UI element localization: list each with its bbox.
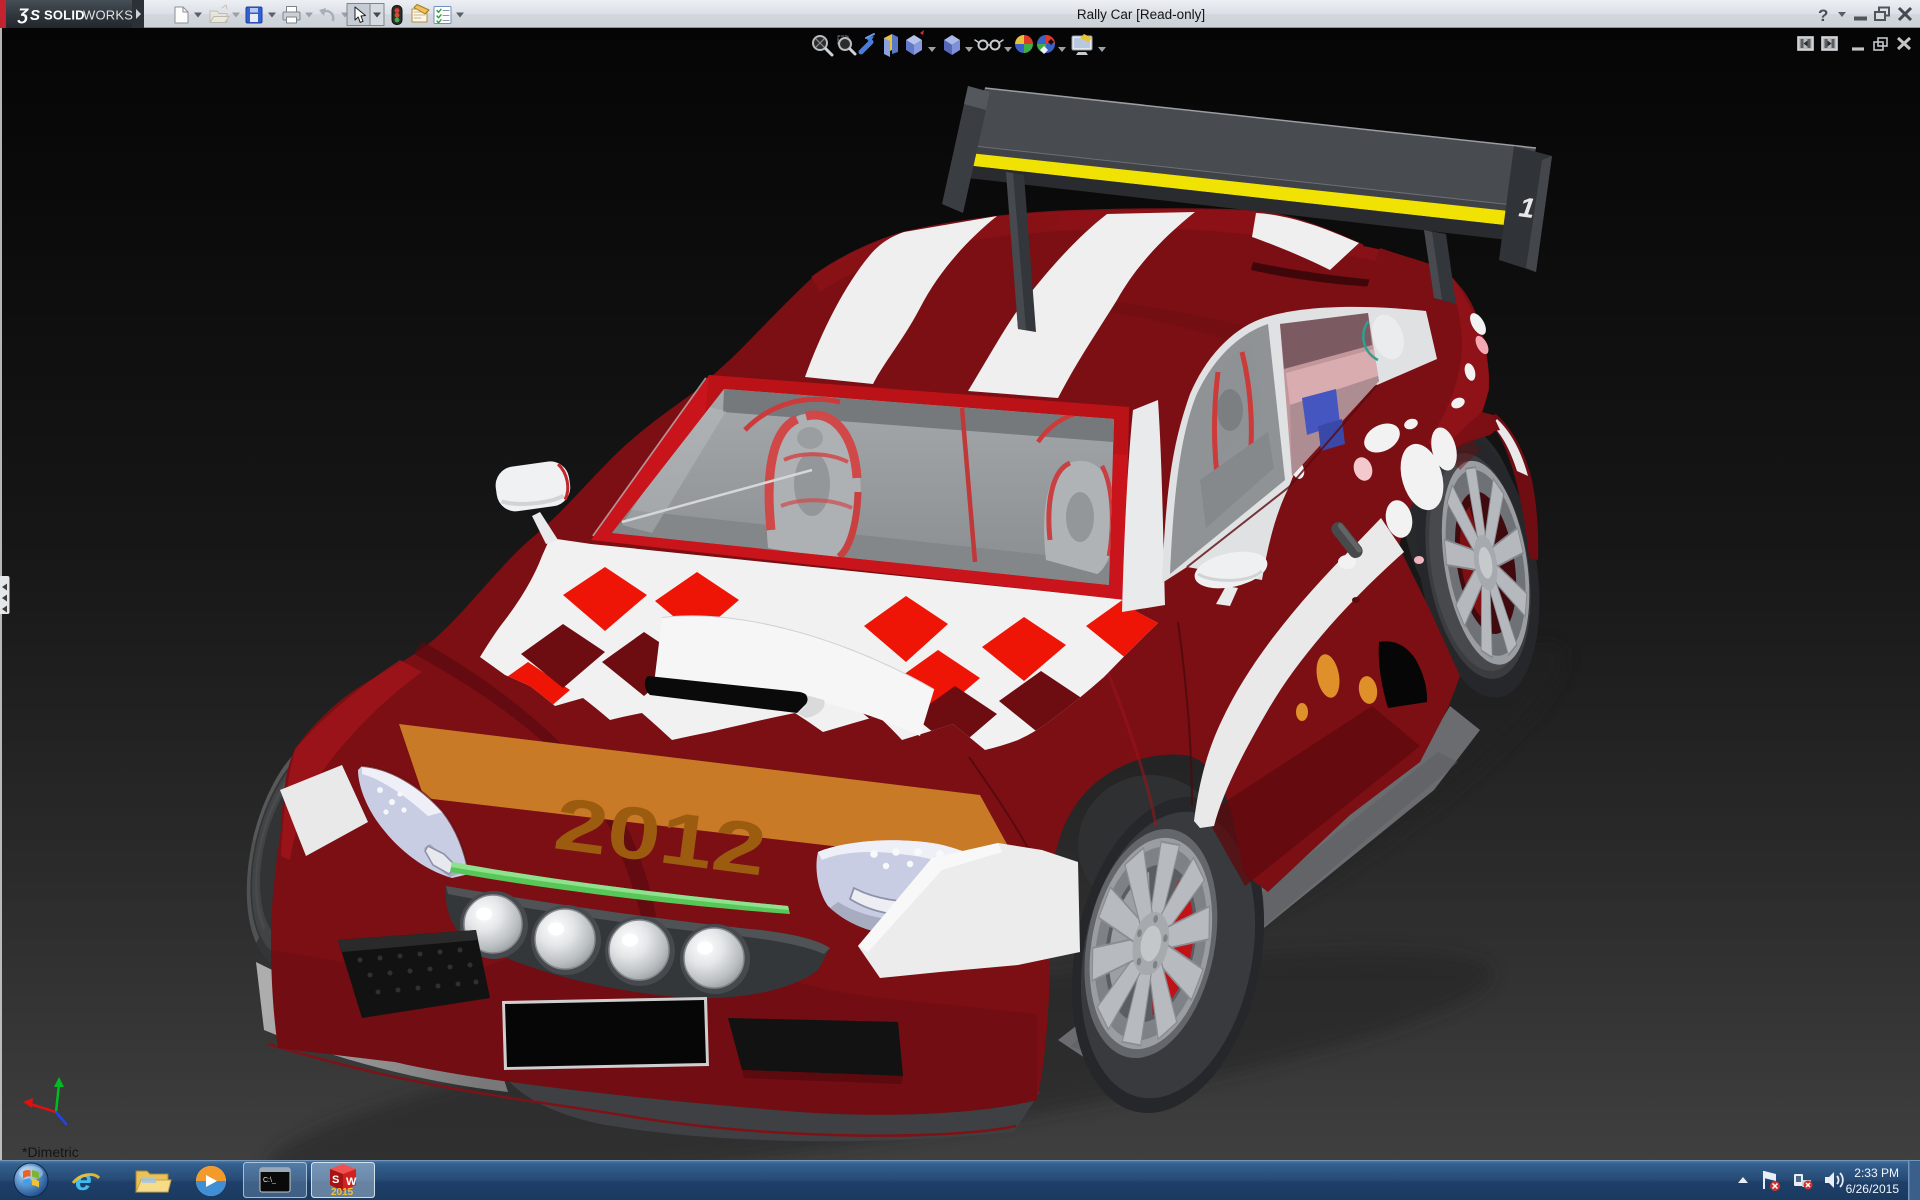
svg-text:WORKS: WORKS (83, 8, 133, 23)
svg-text:SOLID: SOLID (44, 8, 85, 23)
svg-text:Rally Car [Read-only]: Rally Car [Read-only] (1077, 7, 1205, 22)
svg-text:?: ? (1818, 6, 1828, 25)
svg-text:6/26/2015: 6/26/2015 (1846, 1182, 1900, 1196)
svg-text:C:\_: C:\_ (263, 1177, 276, 1184)
svg-text:*Dimetric: *Dimetric (22, 1144, 79, 1160)
svg-text:2:33 PM: 2:33 PM (1854, 1166, 1899, 1180)
svg-text:S: S (30, 7, 40, 24)
svg-text:S: S (332, 1174, 339, 1186)
svg-text:2015: 2015 (331, 1187, 354, 1198)
svg-text:Ʒ: Ʒ (17, 5, 29, 24)
